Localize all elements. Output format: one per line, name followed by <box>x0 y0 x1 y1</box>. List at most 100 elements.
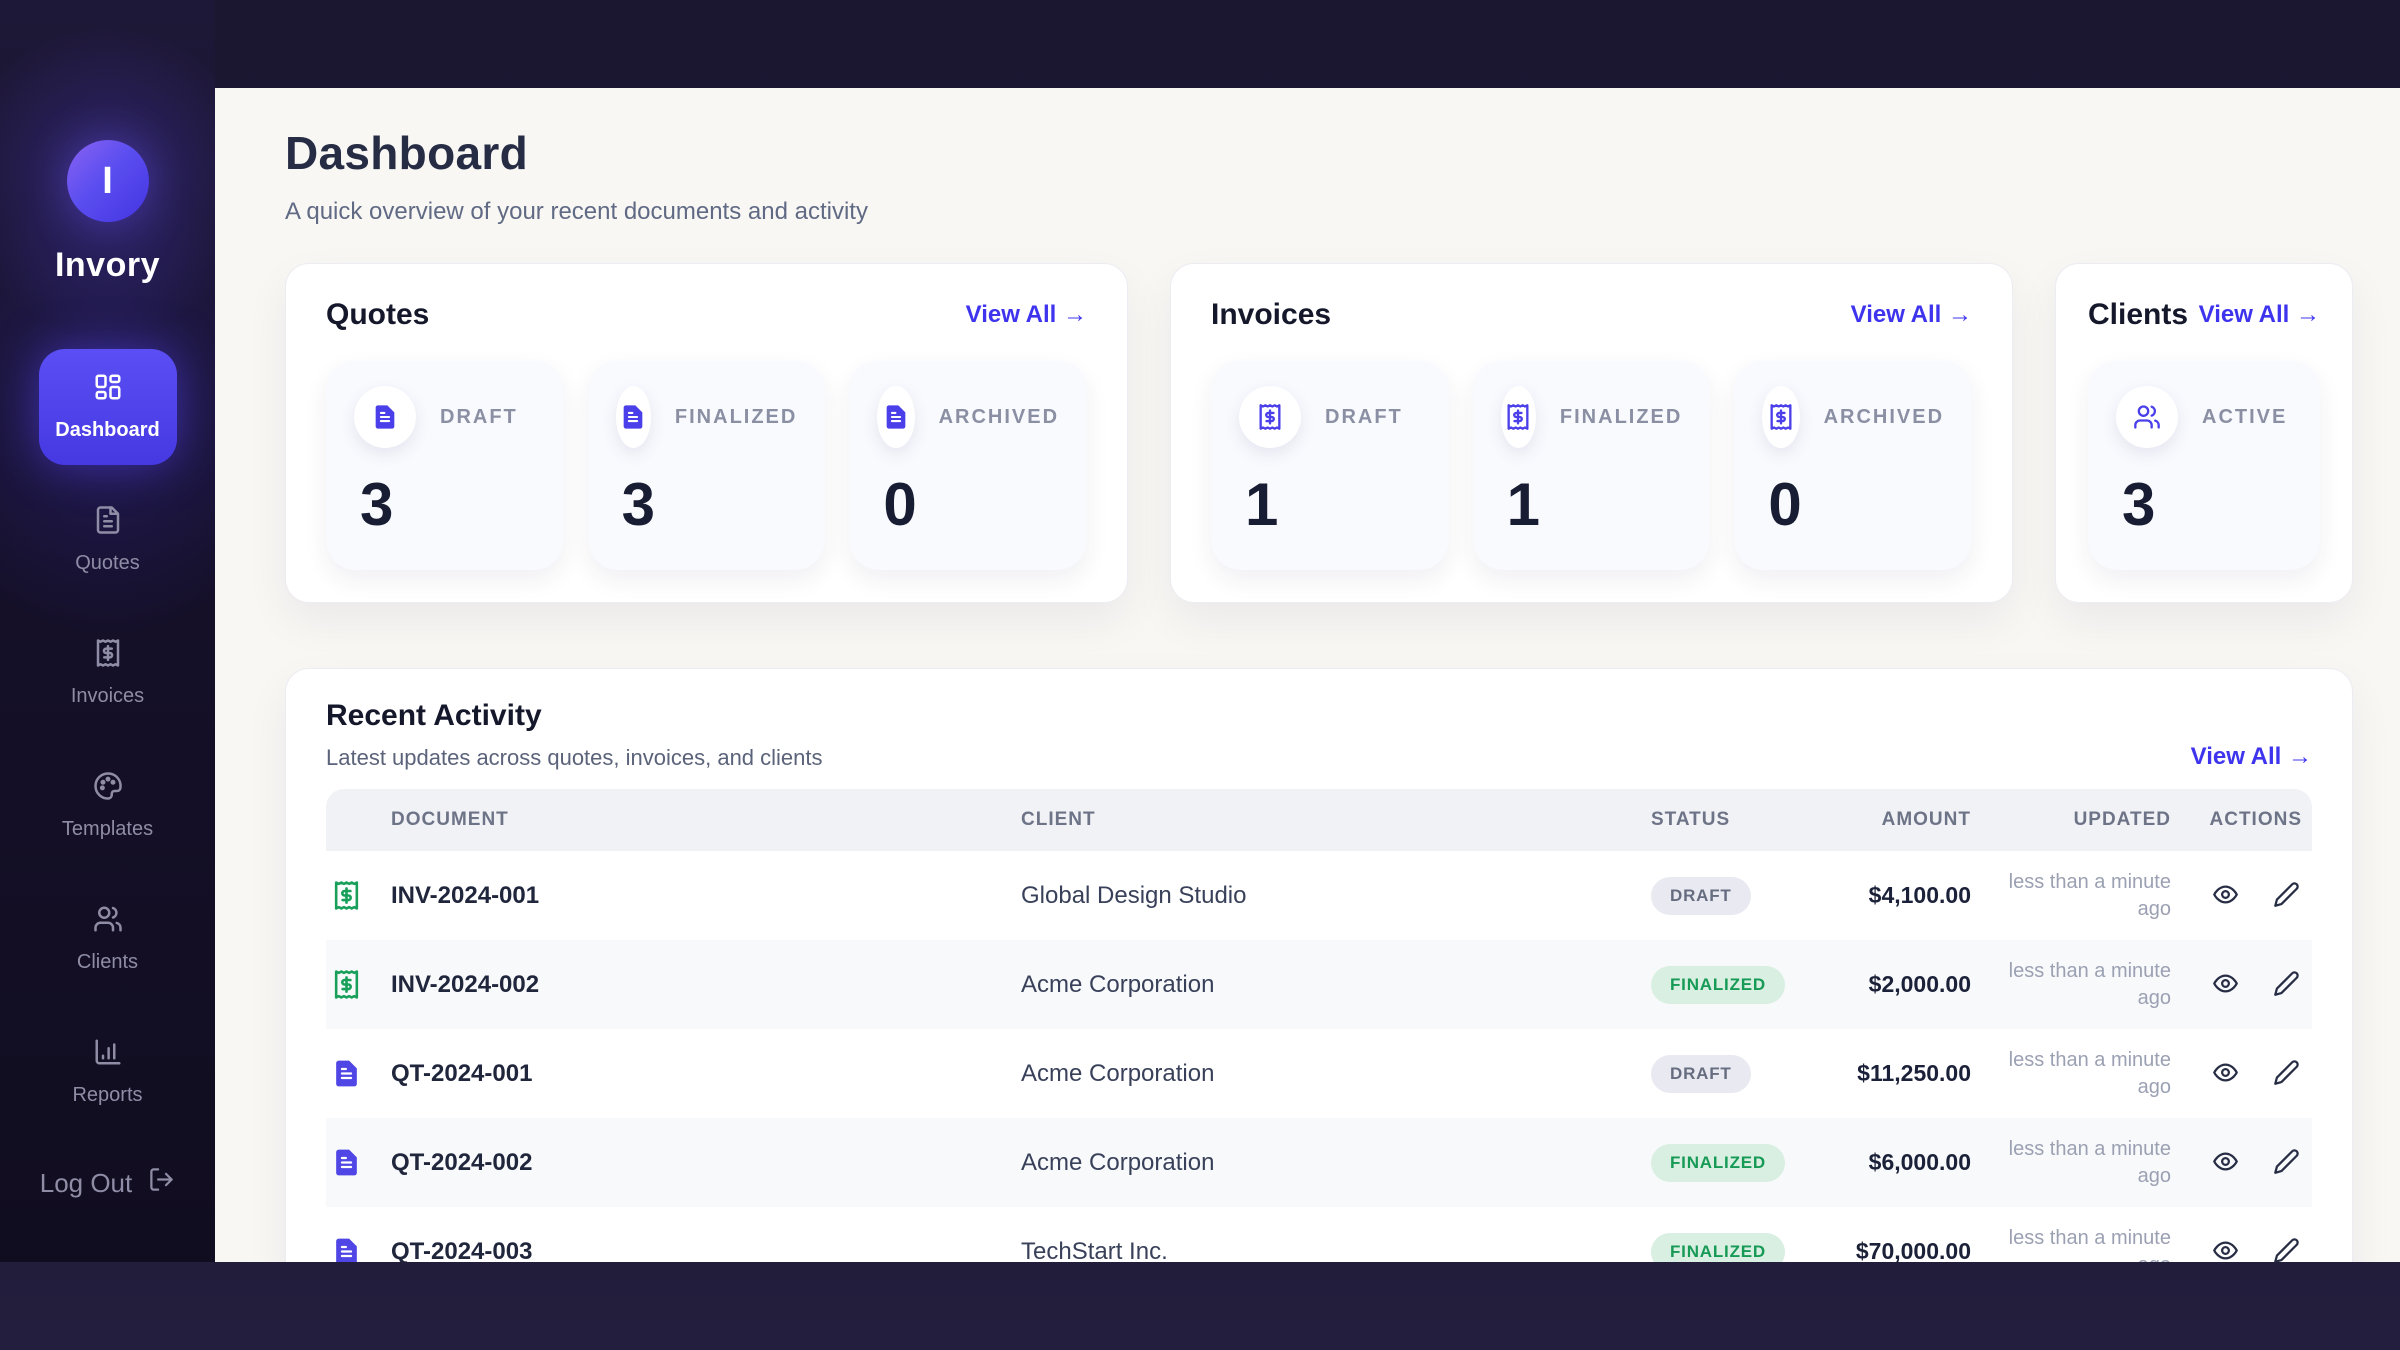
clients-card-title: Clients <box>2088 298 2188 332</box>
recent-activity-card: Recent Activity Latest updates across qu… <box>285 668 2353 1262</box>
document-id: QT-2024-001 <box>386 1060 1016 1088</box>
sidebar-item-invoices[interactable]: Invoices <box>39 615 177 731</box>
recent-activity-title: Recent Activity <box>326 699 823 733</box>
receipt-icon <box>1762 386 1799 448</box>
pencil-icon <box>2273 1237 2300 1263</box>
stat-value: 3 <box>622 470 798 539</box>
sidebar-item-label: Templates <box>62 818 153 841</box>
amount: $11,250.00 <box>1846 1060 1976 1087</box>
file-text-icon <box>93 505 123 540</box>
table-row: QT-2024-001 Acme Corporation DRAFT $11,2… <box>326 1029 2312 1118</box>
clients-view-all-link[interactable]: View All → <box>2199 301 2320 329</box>
file-text-icon <box>877 386 914 448</box>
invoices-card: Invoices View All → DRAFT 1 FINALIZED <box>1170 263 2013 603</box>
arrow-right-icon: → <box>2296 301 2320 328</box>
sidebar-item-templates[interactable]: Templates <box>39 748 177 864</box>
invoices-view-all-link[interactable]: View All → <box>1851 301 1972 329</box>
view-button[interactable] <box>2212 881 2239 911</box>
activity-table: DOCUMENT CLIENT STATUS AMOUNT UPDATED AC… <box>326 789 2312 1262</box>
logout-button[interactable]: Log Out <box>0 1166 215 1200</box>
edit-button[interactable] <box>2273 1148 2300 1178</box>
quotes-card-title: Quotes <box>326 298 429 332</box>
client-name: Acme Corporation <box>1016 971 1646 999</box>
updated-time: less than a minute ago <box>1976 1225 2176 1263</box>
client-name: Acme Corporation <box>1016 1149 1646 1177</box>
clients-card: Clients View All → ACTIVE 3 <box>2055 263 2353 603</box>
view-button[interactable] <box>2212 1237 2239 1263</box>
page-subtitle: A quick overview of your recent document… <box>285 198 2353 226</box>
view-button[interactable] <box>2212 1148 2239 1178</box>
summary-cards-row: Quotes View All → DRAFT 3 FINALIZED 3 <box>285 263 2353 603</box>
amount: $2,000.00 <box>1846 971 1976 998</box>
sidebar-item-dashboard[interactable]: Dashboard <box>39 349 177 465</box>
pencil-icon <box>2273 1148 2300 1178</box>
sidebar-item-label: Invoices <box>71 685 144 708</box>
stat-label: FINALIZED <box>1560 406 1682 429</box>
updated-time: less than a minute ago <box>1976 869 2176 923</box>
amount: $70,000.00 <box>1846 1238 1976 1262</box>
sidebar-item-reports[interactable]: Reports <box>39 1014 177 1130</box>
clients-active-tile: ACTIVE 3 <box>2088 360 2320 570</box>
palette-icon <box>93 771 123 806</box>
arrow-right-icon: → <box>2288 743 2312 770</box>
table-header-row: DOCUMENT CLIENT STATUS AMOUNT UPDATED AC… <box>326 789 2312 851</box>
quotes-finalized-tile: FINALIZED 3 <box>588 360 826 570</box>
receipt-icon <box>1239 386 1301 448</box>
recent-activity-subtitle: Latest updates across quotes, invoices, … <box>326 745 823 771</box>
invoice-receipt-icon <box>326 969 386 1000</box>
view-button[interactable] <box>2212 1059 2239 1089</box>
table-row: QT-2024-003 TechStart Inc. FINALIZED $70… <box>326 1207 2312 1262</box>
status-badge: DRAFT <box>1651 877 1751 915</box>
client-name: Acme Corporation <box>1016 1060 1646 1088</box>
column-header-amount: AMOUNT <box>1846 809 1976 831</box>
stat-value: 1 <box>1245 470 1421 539</box>
stat-label: DRAFT <box>1325 406 1403 429</box>
stat-label: ACTIVE <box>2202 406 2287 429</box>
activity-view-all-link[interactable]: View All → <box>2191 743 2312 771</box>
app-logo: I <box>67 140 149 222</box>
column-header-actions: ACTIONS <box>2176 809 2314 831</box>
brand-name: Invory <box>55 246 160 285</box>
quotes-view-all-link[interactable]: View All → <box>966 301 1087 329</box>
page-title: Dashboard <box>285 126 2353 180</box>
document-id: QT-2024-002 <box>386 1149 1016 1177</box>
edit-button[interactable] <box>2273 1059 2300 1089</box>
edit-button[interactable] <box>2273 881 2300 911</box>
status-badge: FINALIZED <box>1651 1144 1785 1182</box>
eye-icon <box>2212 970 2239 1000</box>
document-id: QT-2024-003 <box>386 1238 1016 1263</box>
quotes-archived-tile: ARCHIVED 0 <box>849 360 1087 570</box>
layout-dashboard-icon <box>93 372 123 407</box>
receipt-icon <box>1501 386 1536 448</box>
updated-time: less than a minute ago <box>1976 1136 2176 1190</box>
edit-button[interactable] <box>2273 970 2300 1000</box>
view-button[interactable] <box>2212 970 2239 1000</box>
users-icon <box>93 904 123 939</box>
stat-value: 3 <box>360 470 536 539</box>
stat-label: FINALIZED <box>675 406 797 429</box>
sidebar-item-quotes[interactable]: Quotes <box>39 482 177 598</box>
status-badge: FINALIZED <box>1651 966 1785 1004</box>
quote-file-icon <box>326 1236 386 1262</box>
stat-value: 3 <box>2122 470 2292 539</box>
quote-file-icon <box>326 1058 386 1089</box>
edit-button[interactable] <box>2273 1237 2300 1263</box>
document-id: INV-2024-001 <box>386 882 1016 910</box>
stat-label: ARCHIVED <box>1824 406 1944 429</box>
column-header-status: STATUS <box>1646 809 1846 831</box>
column-header-client: CLIENT <box>1016 809 1646 831</box>
invoices-draft-tile: DRAFT 1 <box>1211 360 1449 570</box>
sidebar-item-label: Dashboard <box>55 419 159 442</box>
stat-value: 0 <box>883 470 1059 539</box>
receipt-icon <box>93 638 123 673</box>
arrow-right-icon: → <box>1948 301 1972 328</box>
table-row: INV-2024-001 Global Design Studio DRAFT … <box>326 851 2312 940</box>
eye-icon <box>2212 1059 2239 1089</box>
logout-icon <box>148 1166 175 1200</box>
sidebar: I Invory Dashboard Quotes Invoices Templ… <box>0 0 215 1262</box>
arrow-right-icon: → <box>1063 301 1087 328</box>
client-name: TechStart Inc. <box>1016 1238 1646 1263</box>
sidebar-item-clients[interactable]: Clients <box>39 881 177 997</box>
status-badge: FINALIZED <box>1651 1233 1785 1263</box>
bar-chart-icon <box>93 1037 123 1072</box>
